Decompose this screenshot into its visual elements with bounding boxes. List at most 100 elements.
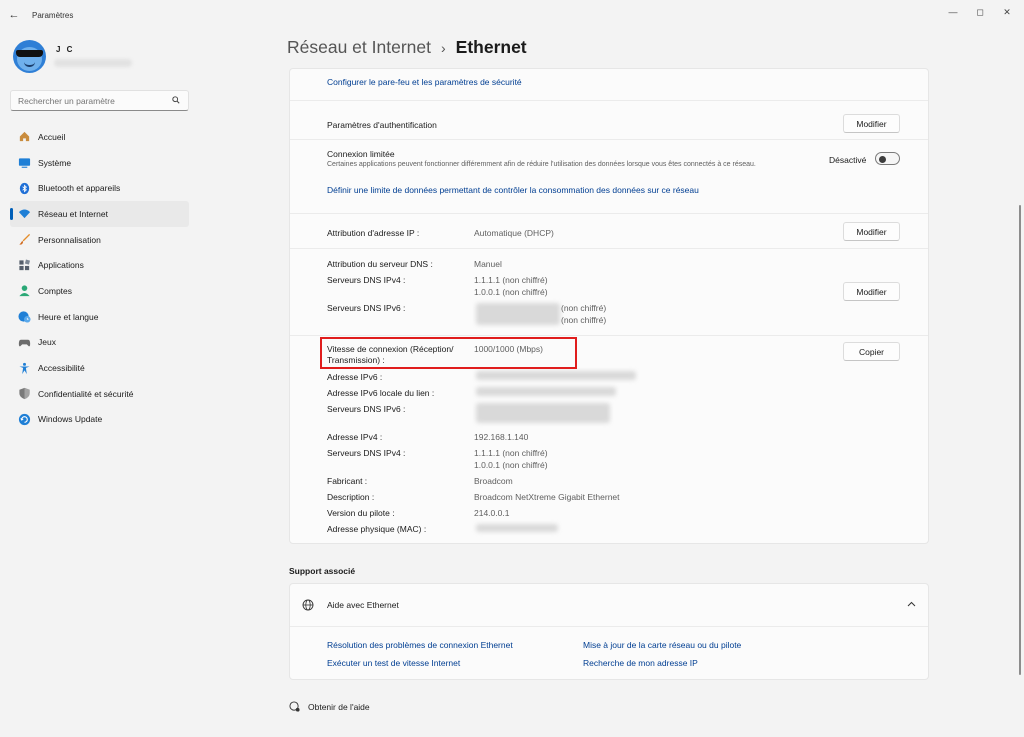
close-button[interactable]: ✕ <box>994 4 1020 20</box>
ipv4-label: Adresse IPv4 : <box>327 432 383 442</box>
firewall-link[interactable]: Configurer le pare-feu et les paramètres… <box>327 77 522 87</box>
data-limit-link[interactable]: Définir une limite de données permettant… <box>327 185 699 195</box>
breadcrumb-separator: › <box>440 39 446 56</box>
sidebar-item-label: Windows Update <box>38 414 103 425</box>
sidebar-nav: Accueil Système Bluetooth et appareils R… <box>10 124 189 432</box>
ip-modify-button[interactable]: Modifier <box>843 222 900 241</box>
support-link-speed-test[interactable]: Exécuter un test de vitesse Internet <box>327 658 460 668</box>
props-dns-ipv4-value-2: 1.0.0.1 (non chiffré) <box>474 460 548 470</box>
sidebar-item-accessibilite[interactable]: Accessibilité <box>10 355 189 381</box>
gamepad-icon <box>18 339 31 347</box>
wifi-icon <box>18 209 31 219</box>
ipv6-link-local-label: Adresse IPv6 locale du lien : <box>327 388 435 398</box>
accessibility-icon <box>19 362 30 374</box>
sidebar-item-label: Heure et langue <box>38 311 99 322</box>
sidebar-item-label: Confidentialité et sécurité <box>38 388 134 399</box>
auth-settings-label: Paramètres d'authentification <box>327 120 437 130</box>
description-value: Broadcom NetXtreme Gigabit Ethernet <box>474 492 620 502</box>
breadcrumb-parent[interactable]: Réseau et Internet <box>287 37 431 58</box>
metered-toggle[interactable] <box>875 152 900 165</box>
user-name: J C <box>56 45 75 54</box>
sidebar-item-reseau[interactable]: Réseau et Internet <box>10 201 189 227</box>
sidebar-item-comptes[interactable]: Comptes <box>10 278 189 304</box>
ipv6-label: Adresse IPv6 : <box>327 372 383 382</box>
search-input[interactable] <box>18 96 168 106</box>
bluetooth-icon <box>19 182 30 194</box>
sidebar-item-label: Accueil <box>38 131 66 142</box>
search-icon[interactable] <box>172 96 180 104</box>
metered-toggle-state: Désactivé <box>829 155 867 165</box>
sidebar-item-label: Jeux <box>38 337 56 348</box>
avatar[interactable] <box>13 40 46 73</box>
sidebar-item-systeme[interactable]: Système <box>10 150 189 176</box>
props-dns-ipv6-label: Serveurs DNS IPv6 : <box>327 404 406 414</box>
dns-ipv4-label: Serveurs DNS IPv4 : <box>327 275 406 285</box>
maximize-button[interactable]: ◻ <box>967 4 993 20</box>
props-dns-ipv4-label: Serveurs DNS IPv4 : <box>327 448 406 458</box>
sidebar-item-label: Accessibilité <box>38 363 85 374</box>
get-help-link[interactable]: Obtenir de l'aide <box>289 701 370 712</box>
sidebar-item-label: Applications <box>38 260 84 271</box>
shield-icon <box>19 388 30 400</box>
dns-ipv6-value-1: (non chiffré) <box>561 303 607 313</box>
dns-ipv6-redacted <box>476 303 560 325</box>
person-icon <box>19 285 30 297</box>
support-link-update-driver[interactable]: Mise à jour de la carte réseau ou du pil… <box>583 640 741 650</box>
mac-address-label: Adresse physique (MAC) : <box>327 524 427 534</box>
props-dns-ipv4-value-1: 1.1.1.1 (non chiffré) <box>474 448 548 458</box>
manufacturer-label: Fabricant : <box>327 476 368 486</box>
brush-icon <box>19 234 31 245</box>
ipv6-redacted <box>476 371 636 380</box>
globe-clock-icon <box>18 311 31 323</box>
metered-connection-label: Connexion limitée <box>327 149 395 159</box>
dns-ipv4-value-1: 1.1.1.1 (non chiffré) <box>474 275 548 285</box>
get-help-label: Obtenir de l'aide <box>308 701 370 712</box>
breadcrumb: Réseau et Internet › Ethernet <box>287 37 527 58</box>
sidebar-item-confidentialite[interactable]: Confidentialité et sécurité <box>10 381 189 407</box>
speed-highlight-box <box>320 337 577 369</box>
dns-ipv6-value-2: (non chiffré) <box>561 315 607 325</box>
auth-modify-button[interactable]: Modifier <box>843 114 900 133</box>
mac-address-redacted <box>476 524 558 532</box>
ip-assignment-value: Automatique (DHCP) <box>474 228 554 238</box>
sidebar-item-label: Personnalisation <box>38 234 101 245</box>
dns-modify-button[interactable]: Modifier <box>843 282 900 301</box>
driver-version-value: 214.0.0.1 <box>474 508 510 518</box>
ipv4-value: 192.168.1.140 <box>474 432 529 442</box>
page-title: Ethernet <box>455 37 527 57</box>
sidebar-item-label: Bluetooth et appareils <box>38 183 121 194</box>
sidebar-item-windows-update[interactable]: Windows Update <box>10 407 189 433</box>
dns-assignment-value: Manuel <box>474 259 502 269</box>
sidebar-item-applications[interactable]: Applications <box>10 252 189 278</box>
sidebar-item-label: Comptes <box>38 285 73 296</box>
update-icon <box>18 413 31 425</box>
search-box[interactable] <box>10 90 189 111</box>
support-card-header[interactable]: Aide avec Ethernet <box>290 584 928 626</box>
sidebar-item-label: Réseau et Internet <box>38 208 108 219</box>
sidebar-item-jeux[interactable]: Jeux <box>10 330 189 356</box>
manufacturer-value: Broadcom <box>474 476 513 486</box>
copy-button[interactable]: Copier <box>843 342 900 361</box>
support-link-troubleshoot[interactable]: Résolution des problèmes de connexion Et… <box>327 640 513 650</box>
user-email-redacted <box>54 59 132 67</box>
chevron-up-icon[interactable] <box>907 601 916 607</box>
sidebar-item-personnalisation[interactable]: Personnalisation <box>10 227 189 253</box>
back-arrow-icon[interactable]: ← <box>6 8 22 22</box>
description-label: Description : <box>327 492 375 502</box>
support-section-title: Support associé <box>289 566 356 576</box>
support-card-title: Aide avec Ethernet <box>327 600 399 610</box>
sidebar-item-bluetooth[interactable]: Bluetooth et appareils <box>10 175 189 201</box>
scrollbar[interactable] <box>1019 205 1021 675</box>
display-icon <box>18 158 31 168</box>
support-card: Aide avec Ethernet Résolution des problè… <box>289 583 929 680</box>
ethernet-settings-card: Configurer le pare-feu et les paramètres… <box>289 68 929 544</box>
dns-ipv6-label: Serveurs DNS IPv6 : <box>327 303 406 313</box>
sidebar-item-accueil[interactable]: Accueil <box>10 124 189 150</box>
minimize-button[interactable]: — <box>940 4 966 20</box>
sidebar-item-heure[interactable]: Heure et langue <box>10 304 189 330</box>
app-title: Paramètres <box>32 11 74 20</box>
sidebar-item-label: Système <box>38 157 72 168</box>
driver-version-label: Version du pilote : <box>327 508 395 518</box>
dns-assignment-label: Attribution du serveur DNS : <box>327 259 433 269</box>
support-link-find-ip[interactable]: Recherche de mon adresse IP <box>583 658 698 668</box>
